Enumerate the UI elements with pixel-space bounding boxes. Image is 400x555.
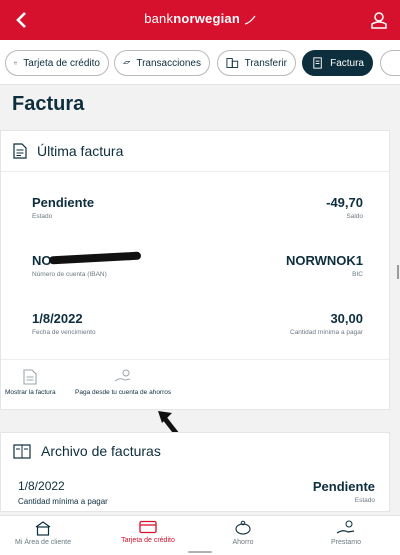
scrollbar[interactable] [397, 265, 399, 279]
due-date-value: 1/8/2022 [32, 311, 83, 326]
account-label: Número de cuenta (IBAN) [32, 271, 107, 278]
status-field: Pendiente Estado [32, 195, 94, 220]
invoice-archive-header: Archivo de facturas [13, 443, 161, 459]
archive-status: Pendiente Estado [313, 479, 375, 504]
pay-from-savings-label: Paga desde tu cuenta de ahorros [75, 389, 172, 396]
balance-field: -49,70 Saldo [326, 195, 363, 220]
piggy-bank-icon [235, 520, 251, 535]
latest-invoice-header: Última factura [13, 143, 123, 159]
show-invoice-button[interactable]: Mostrar la factura [5, 369, 56, 396]
hand-coin-icon [114, 369, 131, 382]
invoice-archive-card: Archivo de facturas 1/8/2022 Cantidad mí… [0, 432, 390, 512]
document-icon [13, 143, 27, 159]
user-profile-button[interactable] [368, 9, 390, 31]
status-value: Pendiente [32, 195, 95, 210]
due-date-label: Fecha de vencimiento [32, 329, 96, 336]
divider [1, 359, 389, 360]
loan-icon [336, 520, 355, 534]
tab-transfer-label: Transferir [244, 57, 287, 69]
transactions-icon [123, 61, 131, 64]
archive-status-label: Estado [354, 497, 375, 504]
archive-amount-label: Cantidad mínima a pagar [18, 497, 108, 506]
nav-loan[interactable]: Prestamo [316, 520, 376, 546]
archive-status-value: Pendiente [312, 479, 375, 494]
brand-logo: banknorwegian [0, 11, 400, 26]
nav-loan-label: Prestamo [331, 539, 361, 546]
nav-customer-area-label: Mi Área de cliente [14, 539, 72, 546]
brand-prefix: bank [144, 11, 174, 26]
show-invoice-label: Mostrar la factura [5, 389, 56, 396]
card-icon [14, 61, 18, 65]
home-indicator [188, 551, 212, 553]
latest-invoice-heading: Última factura [37, 143, 124, 159]
min-amount-label: Cantidad mínima a pagar [290, 329, 363, 336]
archive-icon [13, 444, 31, 459]
due-date-field: 1/8/2022 Fecha de vencimiento [32, 311, 96, 336]
tab-transfer[interactable]: Transferir [217, 50, 296, 76]
bic-value: NORWNOK1 [285, 253, 363, 268]
pay-from-savings-button[interactable]: Paga desde tu cuenta de ahorros [75, 369, 171, 396]
section-tabs: Tarjeta de crédito Transacciones Transfe… [0, 40, 400, 85]
tab-more[interactable] [380, 50, 400, 76]
tab-credit-card[interactable]: Tarjeta de crédito [5, 50, 109, 76]
transfer-icon [226, 58, 239, 68]
tab-transactions-label: Transacciones [136, 57, 201, 69]
nav-savings[interactable]: Ahorro [213, 520, 273, 546]
card-icon [139, 520, 157, 534]
nav-credit-card-label: Tarjeta de crédito [121, 537, 175, 544]
tab-transactions[interactable]: Transacciones [114, 50, 210, 76]
status-label: Estado [32, 213, 53, 220]
archive-date: 1/8/2022 [18, 479, 65, 493]
bic-field: NORWNOK1 BIC [286, 253, 363, 278]
balance-value: -49,70 [326, 195, 363, 210]
min-amount-field: 30,00 Cantidad mínima a pagar [290, 311, 363, 336]
nav-credit-card[interactable]: Tarjeta de crédito [108, 520, 188, 544]
tab-credit-card-label: Tarjeta de crédito [23, 57, 100, 69]
home-icon [35, 521, 51, 536]
bic-label: BIC [352, 271, 363, 278]
brand-name: norwegian [173, 11, 240, 26]
balance-label: Saldo [346, 213, 363, 220]
invoice-icon [313, 57, 322, 69]
bottom-navigation: Mi Área de cliente Tarjeta de crédito Ah… [0, 515, 400, 555]
top-bar: banknorwegian [0, 0, 400, 40]
page-title: Factura [12, 93, 85, 115]
tab-invoice-label: Factura [330, 57, 364, 69]
nav-customer-area[interactable]: Mi Área de cliente [8, 520, 78, 546]
tab-invoice[interactable]: Factura [302, 50, 373, 76]
archive-row[interactable]: 1/8/2022 Cantidad mínima a pagar [18, 479, 108, 506]
nav-savings-label: Ahorro [232, 539, 254, 546]
divider [1, 171, 389, 172]
latest-invoice-card: Última factura Pendiente Estado -49,70 S… [0, 130, 390, 410]
invoice-doc-icon [23, 369, 37, 385]
logo-swoosh-icon [244, 15, 256, 25]
min-amount-value: 30,00 [330, 311, 363, 326]
user-icon [371, 12, 387, 29]
invoice-archive-heading: Archivo de facturas [41, 443, 161, 459]
